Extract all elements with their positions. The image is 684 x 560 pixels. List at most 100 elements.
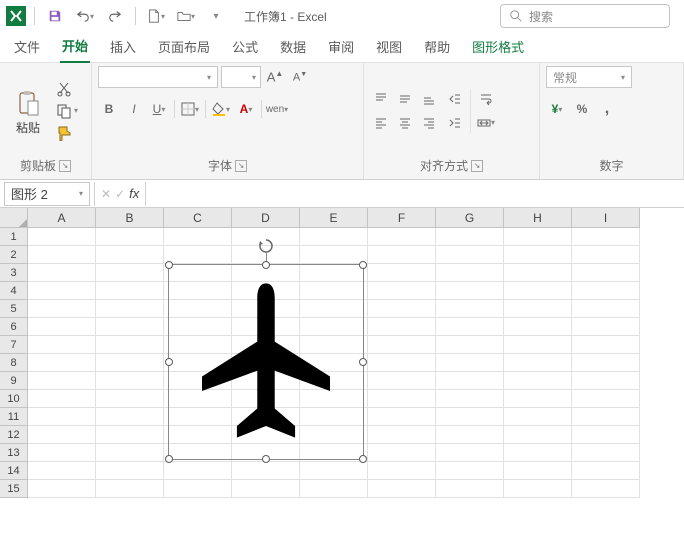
cell[interactable] xyxy=(300,480,368,498)
cell[interactable] xyxy=(504,318,572,336)
tab-formulas[interactable]: 公式 xyxy=(230,31,260,62)
borders-button[interactable]: ▾ xyxy=(179,98,201,120)
cell[interactable] xyxy=(28,282,96,300)
cell[interactable] xyxy=(504,462,572,480)
redo-button[interactable] xyxy=(103,4,127,28)
cell[interactable] xyxy=(96,336,164,354)
align-middle-button[interactable] xyxy=(394,88,416,110)
cell[interactable] xyxy=(572,264,640,282)
tab-file[interactable]: 文件 xyxy=(12,31,42,62)
row-header[interactable]: 2 xyxy=(0,246,28,264)
cell[interactable] xyxy=(368,462,436,480)
cell[interactable] xyxy=(368,354,436,372)
cell[interactable] xyxy=(504,228,572,246)
tab-page-layout[interactable]: 页面布局 xyxy=(156,31,212,62)
cell[interactable] xyxy=(96,318,164,336)
col-header[interactable]: D xyxy=(232,208,300,228)
cell[interactable] xyxy=(368,282,436,300)
row-header[interactable]: 1 xyxy=(0,228,28,246)
cell[interactable] xyxy=(572,354,640,372)
fill-color-button[interactable]: ▾ xyxy=(210,98,232,120)
cell[interactable] xyxy=(504,354,572,372)
cell[interactable] xyxy=(96,354,164,372)
align-bottom-button[interactable] xyxy=(418,88,440,110)
cell[interactable] xyxy=(436,282,504,300)
number-format-combo[interactable]: 常规▾ xyxy=(546,66,632,88)
row-header[interactable]: 11 xyxy=(0,408,28,426)
cell[interactable] xyxy=(504,444,572,462)
tab-home[interactable]: 开始 xyxy=(60,30,90,63)
cell[interactable] xyxy=(28,318,96,336)
cell[interactable] xyxy=(96,390,164,408)
paste-button[interactable]: 粘贴 xyxy=(6,85,50,136)
cell[interactable] xyxy=(300,228,368,246)
row-header[interactable]: 4 xyxy=(0,282,28,300)
cell[interactable] xyxy=(368,372,436,390)
italic-button[interactable]: I xyxy=(123,98,145,120)
cell[interactable] xyxy=(436,462,504,480)
resize-handle-e[interactable] xyxy=(359,358,367,366)
cell[interactable] xyxy=(504,480,572,498)
cell[interactable] xyxy=(96,480,164,498)
row-header[interactable]: 15 xyxy=(0,480,28,498)
select-all-corner[interactable] xyxy=(0,208,28,228)
increase-font-size-button[interactable]: A▲ xyxy=(264,66,286,88)
decrease-font-size-button[interactable]: A▼ xyxy=(289,66,311,88)
cell[interactable] xyxy=(504,390,572,408)
row-header[interactable]: 7 xyxy=(0,336,28,354)
cell[interactable] xyxy=(436,426,504,444)
cell[interactable] xyxy=(572,336,640,354)
format-painter-button[interactable] xyxy=(56,125,78,141)
cell[interactable] xyxy=(368,408,436,426)
cell[interactable] xyxy=(368,336,436,354)
align-center-button[interactable] xyxy=(394,112,416,134)
cell[interactable] xyxy=(300,462,368,480)
cell[interactable] xyxy=(504,264,572,282)
cell[interactable] xyxy=(368,318,436,336)
cell[interactable] xyxy=(28,408,96,426)
cell[interactable] xyxy=(436,408,504,426)
percent-button[interactable]: % xyxy=(571,98,593,120)
cell[interactable] xyxy=(28,372,96,390)
alignment-launcher[interactable]: ↘ xyxy=(471,160,483,172)
fx-icon[interactable]: fx xyxy=(129,186,139,201)
cell[interactable] xyxy=(572,282,640,300)
tab-data[interactable]: 数据 xyxy=(278,31,308,62)
cell[interactable] xyxy=(96,372,164,390)
col-header[interactable]: H xyxy=(504,208,572,228)
wrap-text-button[interactable] xyxy=(475,88,497,110)
cell[interactable] xyxy=(436,300,504,318)
align-top-button[interactable] xyxy=(370,88,392,110)
cell[interactable] xyxy=(96,426,164,444)
cell[interactable] xyxy=(368,426,436,444)
cell[interactable] xyxy=(572,372,640,390)
tab-help[interactable]: 帮助 xyxy=(422,31,452,62)
resize-handle-nw[interactable] xyxy=(165,261,173,269)
cells-area[interactable] xyxy=(28,228,640,498)
new-file-button[interactable]: ▾ xyxy=(144,4,168,28)
cell[interactable] xyxy=(572,390,640,408)
cell[interactable] xyxy=(572,246,640,264)
cell[interactable] xyxy=(368,246,436,264)
currency-button[interactable]: ¥▾ xyxy=(546,98,568,120)
tab-review[interactable]: 审阅 xyxy=(326,31,356,62)
name-box[interactable]: 图形 2▾ xyxy=(4,182,90,206)
cell[interactable] xyxy=(300,246,368,264)
row-header[interactable]: 9 xyxy=(0,372,28,390)
cell[interactable] xyxy=(504,282,572,300)
cell[interactable] xyxy=(572,462,640,480)
col-header[interactable]: G xyxy=(436,208,504,228)
col-header[interactable]: I xyxy=(572,208,640,228)
tab-insert[interactable]: 插入 xyxy=(108,31,138,62)
cell[interactable] xyxy=(572,426,640,444)
align-left-button[interactable] xyxy=(370,112,392,134)
bold-button[interactable]: B xyxy=(98,98,120,120)
col-header[interactable]: C xyxy=(164,208,232,228)
resize-handle-sw[interactable] xyxy=(165,455,173,463)
rotation-handle-icon[interactable] xyxy=(257,237,275,255)
cell[interactable] xyxy=(436,390,504,408)
cell[interactable] xyxy=(436,480,504,498)
airplane-shape-icon[interactable] xyxy=(191,281,341,444)
cell[interactable] xyxy=(28,390,96,408)
row-header[interactable]: 14 xyxy=(0,462,28,480)
